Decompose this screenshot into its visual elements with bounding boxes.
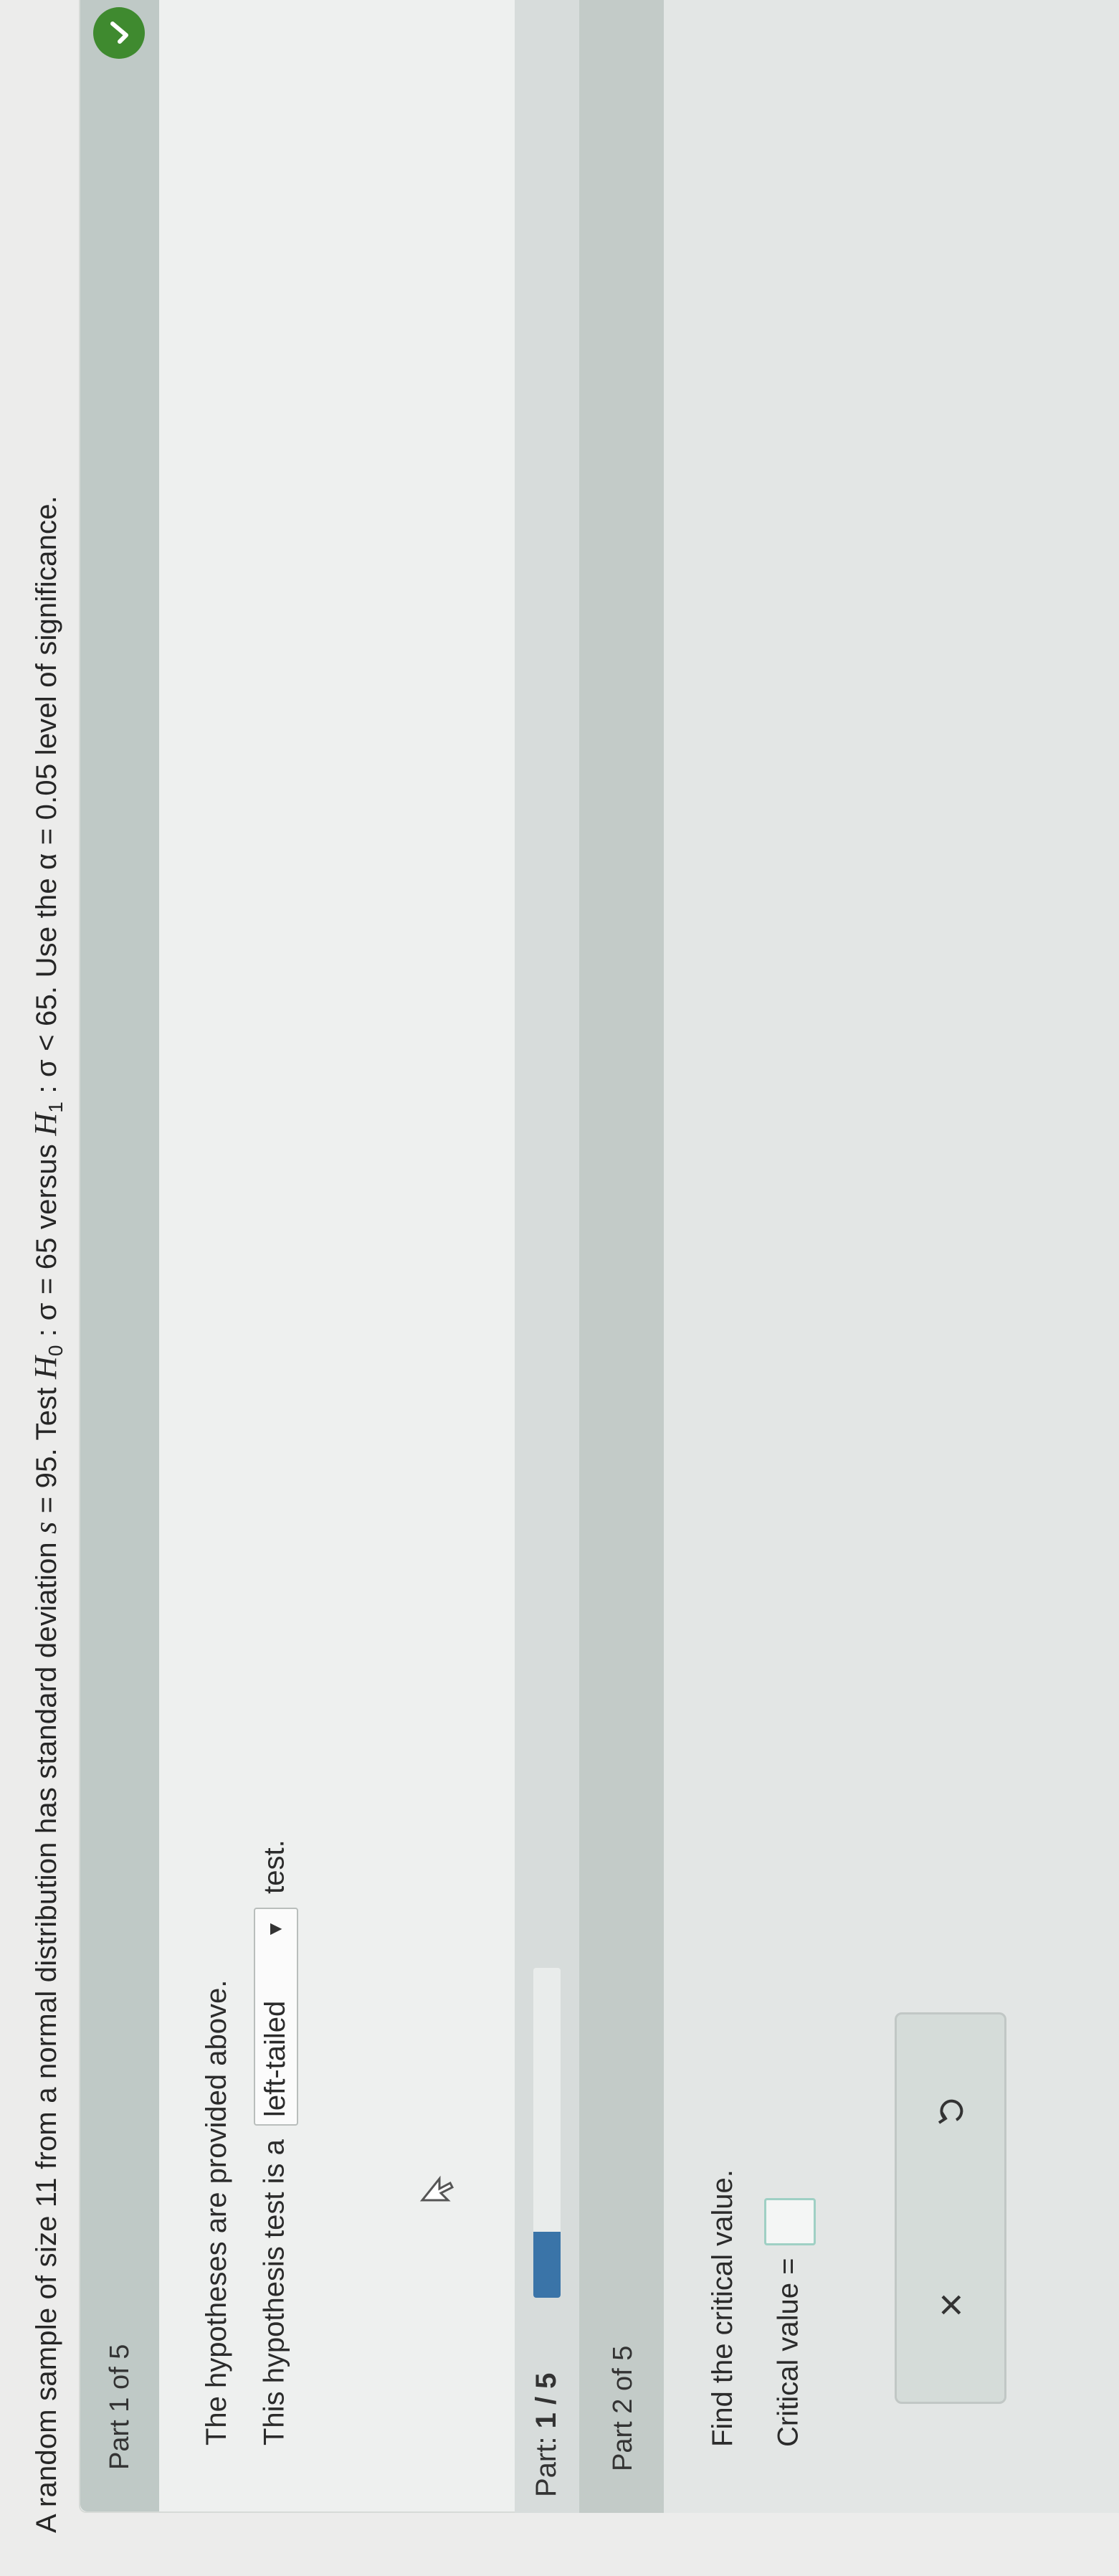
- progress-track: [533, 1968, 561, 2298]
- h0-subscript: 0: [44, 1345, 67, 1357]
- problem-text-5: level of significance.: [31, 496, 62, 764]
- h1-symbol: H: [28, 1112, 63, 1136]
- dropdown-arrow-icon: ▼: [264, 1919, 286, 1939]
- alpha-value: α = 0.05: [31, 763, 62, 870]
- part1-line2-text: This hypothesis test is a: [258, 2139, 290, 2445]
- progress-count: 1 / 5: [530, 2372, 562, 2429]
- tail-type-dropdown[interactable]: left-tailed ▼: [254, 1908, 298, 2126]
- h0-symbol: H: [28, 1356, 63, 1380]
- progress-label: Part: 1 / 5: [530, 2373, 563, 2497]
- dropdown-value: left-tailed: [259, 2000, 291, 2118]
- problem-statement: A random sample of size 11 from a normal…: [27, 0, 67, 2533]
- part1-line2: This hypothesis test is a left-tailed ▼ t…: [254, 1839, 298, 2445]
- check-icon: [93, 7, 145, 59]
- part2-card: Part 2 of 5 Find the critical value. Cri…: [579, 0, 1119, 2513]
- mouse-pointer-icon: [419, 2175, 454, 2202]
- problem-text-3: : σ = 65 versus: [31, 1135, 62, 1345]
- question-page: A random sample of size 11 from a normal…: [0, 0, 1119, 2576]
- critical-value-label: Critical value =: [772, 2258, 804, 2447]
- h1-subscript: 1: [44, 1101, 67, 1113]
- progress-bar-row: Part: 1 / 5: [515, 0, 579, 2513]
- part2-header[interactable]: Part 2 of 5: [579, 0, 664, 2513]
- problem-text-2: = 95. Test: [31, 1379, 62, 1522]
- part2-title: Part 2 of 5: [608, 2345, 638, 2471]
- problem-text-4: : σ < 65. Use the: [31, 869, 62, 1102]
- progress-label-text: Part:: [530, 2428, 562, 2497]
- answer-tools-panel: ×: [895, 2012, 1006, 2404]
- part1-header[interactable]: Part 1 of 5: [80, 0, 159, 2511]
- close-icon: ×: [926, 2292, 975, 2318]
- part1-line2-end: test.: [258, 1839, 290, 1894]
- part1-title: Part 1 of 5: [105, 2344, 135, 2470]
- part1-line1: The hypotheses are provided above.: [201, 1979, 232, 2445]
- undo-button[interactable]: [911, 2058, 990, 2165]
- progress-fill: [533, 2232, 561, 2298]
- s-symbol: s: [28, 1521, 63, 1534]
- critical-value-input[interactable]: [764, 2198, 816, 2246]
- undo-icon: [938, 2099, 963, 2124]
- clear-button[interactable]: ×: [911, 2251, 990, 2359]
- problem-text-1: A random sample of size 11 from a normal…: [31, 1533, 62, 2533]
- critical-value-row: Critical value =: [764, 2198, 816, 2447]
- part2-instruction: Find the critical value.: [707, 2169, 738, 2447]
